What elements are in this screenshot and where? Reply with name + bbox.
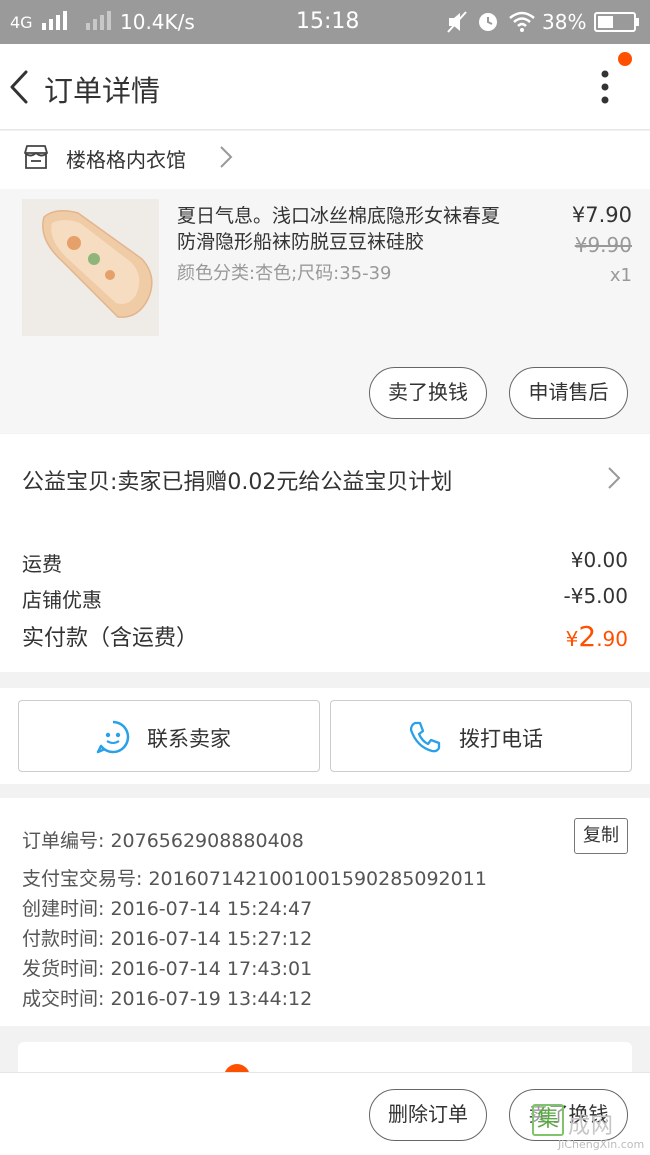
discount-label: 店铺优惠 <box>22 588 102 612</box>
signal-icon <box>42 11 67 30</box>
delete-order-button[interactable]: 删除订单 <box>369 1089 487 1141</box>
product-quantity: x1 <box>609 265 632 286</box>
watermark: 集 成网 JiChengXin.com <box>532 1104 646 1151</box>
copy-button[interactable]: 复制 <box>574 818 628 854</box>
title-bar: 订单详情 <box>0 44 650 130</box>
after-sale-button[interactable]: 申请售后 <box>509 367 628 419</box>
signal-2-icon <box>86 11 111 30</box>
total-integer: 2 <box>578 620 597 653</box>
mute-icon <box>447 11 467 33</box>
total-decimal: .90 <box>596 627 628 651</box>
total-currency: ¥ <box>565 627 579 651</box>
shop-row[interactable]: 楼格格内衣馆 <box>0 131 650 189</box>
alipay-number: 支付宝交易号: 2016071421001001590285092011 <box>22 868 487 890</box>
product-price: ¥7.90 <box>571 203 632 227</box>
watermark-url: JiChengXin.com <box>558 1138 645 1151</box>
chat-face-icon <box>96 720 130 754</box>
product-image[interactable] <box>22 199 159 336</box>
battery-percent: 38% <box>542 10 587 34</box>
sock-image <box>22 199 159 336</box>
shipping-value: ¥0.00 <box>570 548 628 572</box>
order-info: 订单编号: 2076562908880408 复制 支付宝交易号: 201607… <box>0 798 650 1026</box>
product-original-price: ¥9.90 <box>574 233 632 257</box>
notification-dot <box>618 52 632 66</box>
status-bar: 4G 10.4K/s 15:18 38% <box>0 0 650 44</box>
chevron-right-icon <box>608 467 621 489</box>
call-button[interactable]: 拨打电话 <box>330 700 632 772</box>
created-time: 创建时间: 2016-07-14 15:24:47 <box>22 898 313 920</box>
wifi-icon <box>509 11 535 32</box>
total-value: ¥2.90 <box>566 620 628 653</box>
total-label: 实付款（含运费） <box>22 626 199 651</box>
sell-button[interactable]: 卖了换钱 <box>369 367 487 419</box>
total-row: 实付款（含运费） ¥2.90 <box>22 620 628 660</box>
product-name: 夏日气息。浅口冰丝棉底隐形女袜春夏防滑隐形船袜防脱豆豆袜硅胶 <box>177 205 501 253</box>
phone-icon <box>409 721 441 753</box>
alarm-icon <box>479 13 497 31</box>
shop-name: 楼格格内衣馆 <box>66 148 186 172</box>
order-number: 订单编号: 2076562908880408 <box>22 830 304 852</box>
watermark-logo: 集 <box>532 1104 564 1136</box>
product-sku: 颜色分类:杏色;尺码:35-39 <box>177 263 392 284</box>
contact-seller-button[interactable]: 联系卖家 <box>18 700 320 772</box>
discount-value: -¥5.00 <box>563 584 628 608</box>
shipping-row: 运费 ¥0.00 <box>22 548 628 578</box>
contact-seller-label: 联系卖家 <box>147 727 231 751</box>
chevron-right-icon <box>220 146 233 168</box>
battery-icon <box>594 12 639 32</box>
fee-summary: 运费 ¥0.00 店铺优惠 -¥5.00 实付款（含运费） ¥2.90 <box>0 518 650 672</box>
network-speed: 10.4K/s <box>120 10 195 34</box>
shop-icon <box>24 145 48 169</box>
shipped-time: 发货时间: 2016-07-14 17:43:01 <box>22 958 313 980</box>
network-type: 4G <box>10 13 33 32</box>
more-icon[interactable] <box>590 68 620 108</box>
shipping-label: 运费 <box>22 552 62 576</box>
completed-time: 成交时间: 2016-07-19 13:44:12 <box>22 988 313 1010</box>
charity-row[interactable]: 公益宝贝:卖家已捐赠0.02元给公益宝贝计划 <box>0 434 650 518</box>
back-icon[interactable] <box>6 64 46 110</box>
product-card[interactable]: 夏日气息。浅口冰丝棉底隐形女袜春夏防滑隐形船袜防脱豆豆袜硅胶 颜色分类:杏色;尺… <box>0 189 650 433</box>
paid-time: 付款时间: 2016-07-14 15:27:12 <box>22 928 313 950</box>
watermark-text: 成网 <box>568 1114 615 1139</box>
call-label: 拨打电话 <box>459 727 543 751</box>
page-title: 订单详情 <box>44 74 161 108</box>
charity-text: 公益宝贝:卖家已捐赠0.02元给公益宝贝计划 <box>22 470 453 495</box>
contact-bar: 联系卖家 拨打电话 <box>0 688 650 784</box>
clock: 15:18 <box>296 9 360 34</box>
discount-row: 店铺优惠 -¥5.00 <box>22 584 628 614</box>
